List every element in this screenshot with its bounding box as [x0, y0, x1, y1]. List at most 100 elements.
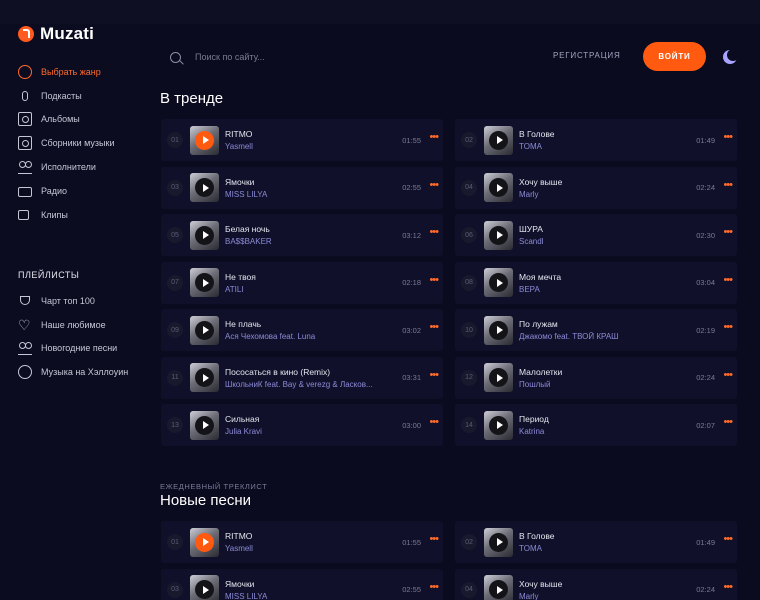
track-artist[interactable]: MISS LILYA — [225, 592, 395, 600]
play-button[interactable] — [195, 580, 214, 599]
more-options-icon[interactable]: ••• — [723, 581, 733, 592]
track-artist[interactable]: Marly — [519, 592, 689, 600]
theme-toggle-button[interactable] — [722, 48, 738, 64]
track-row[interactable]: 04 Хочу выше Marly 02:24 ••• — [455, 568, 737, 600]
more-options-icon[interactable]: ••• — [723, 132, 733, 143]
play-button[interactable] — [195, 225, 214, 245]
track-artist[interactable]: ВЕРА — [519, 285, 689, 294]
more-options-icon[interactable]: ••• — [723, 179, 733, 190]
sidebar-item-radio[interactable]: Радио — [18, 179, 142, 203]
play-button[interactable] — [489, 320, 508, 340]
search-input[interactable] — [195, 52, 385, 62]
more-options-icon[interactable]: ••• — [429, 179, 439, 190]
track-artist[interactable]: ШкольниК feat. Bay & verezg & Ласков... — [225, 380, 395, 389]
more-options-icon[interactable]: ••• — [723, 417, 733, 428]
play-button[interactable] — [489, 368, 508, 387]
sidebar-item-clips[interactable]: Клипы — [18, 203, 142, 227]
play-button[interactable] — [489, 130, 508, 150]
more-options-icon[interactable]: ••• — [429, 534, 439, 545]
track-artist[interactable]: Ася Чехомова feat. Luna — [225, 332, 395, 341]
track-meta: В Голове TOMA — [519, 129, 689, 151]
sidebar-item-chart[interactable]: Чарт топ 100 — [18, 289, 142, 313]
track-row[interactable]: 10 По лужам Джакомо feat. ТВОЙ КРАШ 02:19 ••… — [455, 309, 737, 351]
more-options-icon[interactable]: ••• — [723, 534, 733, 545]
track-artist[interactable]: Yasmell — [225, 544, 395, 553]
sidebar-item-favorites[interactable]: ♡ Наше любимое — [18, 313, 142, 337]
track-artist[interactable]: ATILI — [225, 285, 395, 294]
sidebar-item-label: Новогодние песни — [41, 343, 118, 354]
play-button[interactable] — [195, 368, 214, 387]
track-artist[interactable]: TOMA — [519, 142, 689, 151]
track-artist[interactable]: Katrina — [519, 427, 689, 436]
track-row[interactable]: 12 Малолетки Пошлый 02:24 ••• — [455, 356, 737, 399]
sidebar-item-halloween[interactable]: Музыка на Хэллоуин — [18, 360, 142, 384]
track-row[interactable]: 04 Хочу выше Marly 02:24 ••• — [455, 166, 737, 209]
track-number: 06 — [461, 227, 477, 243]
more-options-icon[interactable]: ••• — [429, 581, 439, 592]
sidebar-item-collections[interactable]: Сборники музыки — [18, 131, 142, 155]
track-row[interactable]: 07 Не твоя ATILI 02:18 ••• — [161, 261, 443, 304]
play-button[interactable] — [195, 130, 214, 150]
track-meta: Ямочки MISS LILYA — [225, 579, 395, 600]
more-options-icon[interactable]: ••• — [723, 369, 733, 380]
track-row[interactable]: 02 В Голове TOMA 01:49 ••• — [455, 521, 737, 563]
track-row[interactable]: 03 Ямочки MISS LILYA 02:55 ••• — [161, 166, 443, 209]
more-options-icon[interactable]: ••• — [723, 227, 733, 238]
track-row[interactable]: 14 Период Katrina 02:07 ••• — [455, 404, 737, 446]
track-artist[interactable]: TOMA — [519, 544, 689, 553]
track-row[interactable]: 09 Не плачь Ася Чехомова feat. Luna 03:02 ••… — [161, 309, 443, 351]
more-options-icon[interactable]: ••• — [429, 322, 439, 333]
track-artist[interactable]: Scandl — [519, 237, 689, 246]
track-artist[interactable]: MISS LILYA — [225, 190, 395, 199]
more-options-icon[interactable]: ••• — [429, 369, 439, 380]
sidebar-item-newyear[interactable]: Новогодние песни — [18, 337, 142, 361]
track-duration: 02:19 — [696, 325, 715, 335]
more-options-icon[interactable]: ••• — [429, 274, 439, 285]
login-button[interactable]: ВОЙТИ — [643, 42, 706, 71]
play-button[interactable] — [489, 532, 508, 552]
track-row[interactable]: 08 Моя мечта ВЕРА 03:04 ••• — [455, 261, 737, 304]
play-button[interactable] — [489, 273, 508, 292]
track-row[interactable]: 13 Сильная Julia Kravi 03:00 ••• — [161, 404, 443, 446]
track-row[interactable]: 02 В Голове TOMA 01:49 ••• — [455, 119, 737, 161]
track-artist[interactable]: BA$$BAKER — [225, 237, 395, 246]
track-row[interactable]: 05 Белая ночь BA$$BAKER 03:12 ••• — [161, 214, 443, 256]
play-button[interactable] — [195, 320, 214, 340]
play-button[interactable] — [489, 225, 508, 245]
track-artist[interactable]: Marly — [519, 190, 689, 199]
logo[interactable]: Muzati — [18, 24, 94, 44]
search-icon[interactable] — [170, 51, 181, 63]
play-button[interactable] — [489, 580, 508, 599]
track-row[interactable]: 01 RITMO Yasmell 01:55 ••• — [161, 119, 443, 161]
track-row[interactable]: 06 ШУРА Scandl 02:30 ••• — [455, 214, 737, 256]
track-row[interactable]: 03 Ямочки MISS LILYA 02:55 ••• — [161, 568, 443, 600]
play-icon — [202, 278, 209, 287]
play-button[interactable] — [195, 273, 214, 292]
more-options-icon[interactable]: ••• — [429, 417, 439, 428]
more-options-icon[interactable]: ••• — [429, 132, 439, 143]
play-button[interactable] — [489, 415, 508, 435]
track-meta: Хочу выше Marly — [519, 579, 689, 600]
sidebar-item-artists[interactable]: Исполнители — [18, 155, 142, 179]
play-button[interactable] — [195, 415, 214, 435]
sidebar-item-podcasts[interactable]: Подкасты — [18, 84, 142, 108]
sidebar-item-albums[interactable]: Альбомы — [18, 108, 142, 132]
track-row[interactable]: 11 Пососаться в кино (Remix) ШкольниК feat… — [161, 356, 443, 399]
track-cover — [190, 527, 219, 557]
sidebar-item-genre[interactable]: Выбрать жанр — [18, 60, 142, 84]
play-button[interactable] — [195, 178, 214, 197]
more-options-icon[interactable]: ••• — [429, 227, 439, 238]
more-options-icon[interactable]: ••• — [723, 322, 733, 333]
register-button[interactable]: РЕГИСТРАЦИЯ — [553, 51, 621, 60]
track-artist[interactable]: Julia Kravi — [225, 427, 395, 436]
play-button[interactable] — [195, 532, 214, 552]
track-artist[interactable]: Yasmell — [225, 142, 395, 151]
search-bar — [170, 46, 400, 68]
track-cover — [484, 125, 513, 155]
more-options-icon[interactable]: ••• — [723, 274, 733, 285]
track-row[interactable]: 01 RITMO Yasmell 01:55 ••• — [161, 521, 443, 563]
track-artist[interactable]: Пошлый — [519, 380, 689, 389]
track-artist[interactable]: Джакомо feat. ТВОЙ КРАШ — [519, 332, 689, 341]
play-button[interactable] — [489, 178, 508, 197]
track-duration: 03:00 — [402, 420, 421, 430]
